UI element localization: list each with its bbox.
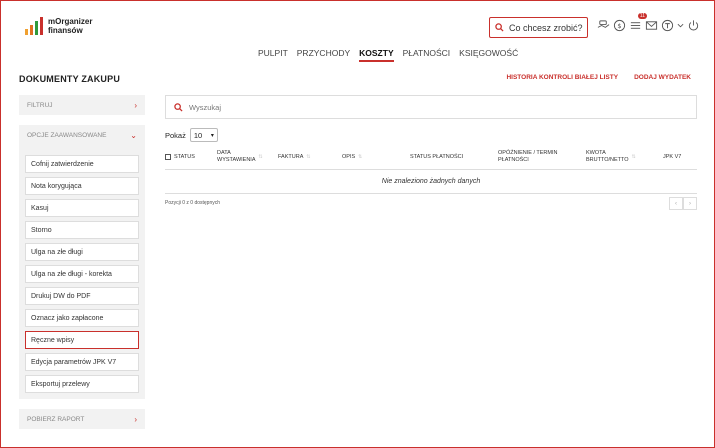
col-description-label: OPIS: [342, 153, 356, 160]
prev-page-button[interactable]: ‹: [669, 197, 683, 210]
col-payment-status[interactable]: STATUS PŁATNOŚCI: [410, 154, 498, 161]
main-nav: PULPIT PRZYCHODY KOSZTY PŁATNOŚCI KSIĘGO…: [258, 48, 518, 62]
col-status-label: STATUS: [174, 153, 195, 160]
nav-item-pulpit[interactable]: PULPIT: [258, 48, 288, 62]
storno-button[interactable]: Storno: [25, 221, 139, 239]
bad-debt-relief-correction-button[interactable]: Ulga na złe długi - korekta: [25, 265, 139, 283]
filter-panel-toggle[interactable]: FILTRUJ ›: [19, 95, 145, 115]
sort-icon: ⇅: [631, 153, 636, 160]
brand-name-line2: finansów: [48, 26, 83, 35]
svg-text:$: $: [617, 22, 621, 30]
advanced-options-toggle[interactable]: OPCJE ZAAWANSOWANE ⌄: [25, 125, 139, 145]
col-jpk[interactable]: JPK V7: [663, 154, 697, 161]
mark-as-paid-button[interactable]: Oznacz jako zapłacone: [25, 309, 139, 327]
advanced-options-list: Cofnij zatwierdzenie Nota korygująca Kas…: [25, 145, 139, 393]
search-icon: [174, 102, 183, 112]
user-circle-icon[interactable]: [661, 19, 674, 32]
sort-icon: ⇅: [358, 153, 363, 160]
correction-note-button[interactable]: Nota korygująca: [25, 177, 139, 195]
col-payment-status-label: STATUS PŁATNOŚCI: [410, 153, 464, 160]
add-expense-link[interactable]: DODAJ WYDATEK: [634, 74, 691, 81]
page-title: DOKUMENTY ZAKUPU: [19, 74, 121, 84]
dollar-circle-icon[interactable]: $: [613, 19, 626, 32]
col-invoice[interactable]: FAKTURA ⇅: [278, 154, 342, 161]
table-header: STATUS DATA WYSTAWIENIA ⇅ FAKTURA ⇅ OPIS …: [165, 145, 697, 170]
sort-icon: ⇅: [258, 153, 263, 160]
money-hand-icon[interactable]: [597, 19, 610, 32]
table-search-placeholder: Wyszukaj: [189, 102, 222, 112]
col-issue-date-label: DATA WYSTAWIENIA: [217, 150, 256, 163]
chevron-down-icon: ⌄: [130, 130, 137, 140]
next-page-button[interactable]: ›: [683, 197, 697, 210]
chevron-down-icon: ▾: [210, 132, 214, 139]
pagination: ‹ ›: [669, 197, 697, 210]
empty-table-message: Nie znaleziono żadnych danych: [165, 170, 697, 194]
advanced-options-label: OPCJE ZAAWANSOWANE: [27, 131, 107, 139]
search-icon: [495, 23, 504, 32]
col-amount-label: KWOTA BRUTTO/NETTO: [586, 150, 629, 163]
col-invoice-label: FAKTURA: [278, 153, 304, 160]
table-info: Pozycji 0 z 0 dostępnych: [165, 200, 221, 206]
power-icon[interactable]: [687, 19, 700, 32]
chevron-down-icon[interactable]: [677, 19, 684, 32]
undo-approval-button[interactable]: Cofnij zatwierdzenie: [25, 155, 139, 173]
brand-name-line1: mOrganizer: [48, 17, 93, 26]
nav-item-platnosci[interactable]: PŁATNOŚCI: [403, 48, 451, 62]
col-jpk-label: JPK V7: [663, 153, 682, 160]
page-size-control: Pokaż 10 ▾: [165, 128, 218, 142]
col-issue-date[interactable]: DATA WYSTAWIENIA ⇅: [217, 150, 278, 164]
col-amount[interactable]: KWOTA BRUTTO/NETTO ⇅: [586, 150, 663, 164]
sidebar: FILTRUJ › OPCJE ZAAWANSOWANE ⌄ Cofnij za…: [19, 95, 145, 439]
page-size-label: Pokaż: [165, 130, 186, 140]
nav-item-przychody[interactable]: PRZYCHODY: [297, 48, 350, 62]
advanced-options-panel: OPCJE ZAAWANSOWANE ⌄ Cofnij zatwierdzeni…: [19, 125, 145, 399]
nav-item-ksiegowosc[interactable]: KSIĘGOWOŚĆ: [459, 48, 518, 62]
download-report-label: POBIERZ RAPORT: [27, 415, 85, 423]
col-payment-delay-label: OPÓŹNIENIE / TERMIN PŁATNOŚCI: [498, 150, 558, 163]
nav-item-koszty[interactable]: KOSZTY: [359, 48, 394, 62]
whitelist-history-link[interactable]: HISTORIA KONTROLI BIAŁEJ LISTY: [506, 74, 618, 81]
delete-button[interactable]: Kasuj: [25, 199, 139, 217]
chevron-right-icon: ›: [134, 414, 137, 424]
manual-entries-button[interactable]: Ręczne wpisy: [25, 331, 139, 349]
brand-name: mOrganizer finansów: [48, 17, 92, 35]
edit-jpk-parameters-button[interactable]: Edycja parametrów JPK V7: [25, 353, 139, 371]
page-actions: HISTORIA KONTROLI BIAŁEJ LISTY DODAJ WYD…: [506, 74, 691, 81]
filter-panel-label: FILTRUJ: [27, 101, 53, 109]
col-status[interactable]: STATUS: [165, 154, 217, 161]
col-description[interactable]: OPIS ⇅: [342, 154, 410, 161]
sort-icon: ⇅: [306, 153, 311, 160]
chevron-right-icon: ›: [134, 100, 137, 110]
mail-icon[interactable]: [645, 19, 658, 32]
col-payment-delay[interactable]: OPÓŹNIENIE / TERMIN PŁATNOŚCI: [498, 150, 586, 164]
download-report-toggle[interactable]: POBIERZ RAPORT ›: [19, 409, 145, 429]
brand-logo[interactable]: mOrganizer finansów: [25, 17, 92, 35]
table-search-input[interactable]: Wyszukaj: [165, 95, 697, 119]
page-size-value: 10: [193, 130, 203, 140]
quick-action-placeholder: Co chcesz zrobić?: [509, 22, 583, 33]
logo-bars-icon: [25, 17, 43, 35]
export-transfers-button[interactable]: Eksportuj przelewy: [25, 375, 139, 393]
select-all-checkbox[interactable]: [165, 154, 171, 160]
print-dw-pdf-button[interactable]: Drukuj DW do PDF: [25, 287, 139, 305]
header-icons: $ 11: [597, 13, 700, 32]
documents-table: STATUS DATA WYSTAWIENIA ⇅ FAKTURA ⇅ OPIS …: [165, 145, 697, 194]
page-size-select[interactable]: 10 ▾: [189, 128, 218, 142]
quick-action-search[interactable]: Co chcesz zrobić?: [489, 17, 588, 38]
task-list-icon[interactable]: 11: [629, 13, 647, 32]
bad-debt-relief-button[interactable]: Ulga na złe długi: [25, 243, 139, 261]
